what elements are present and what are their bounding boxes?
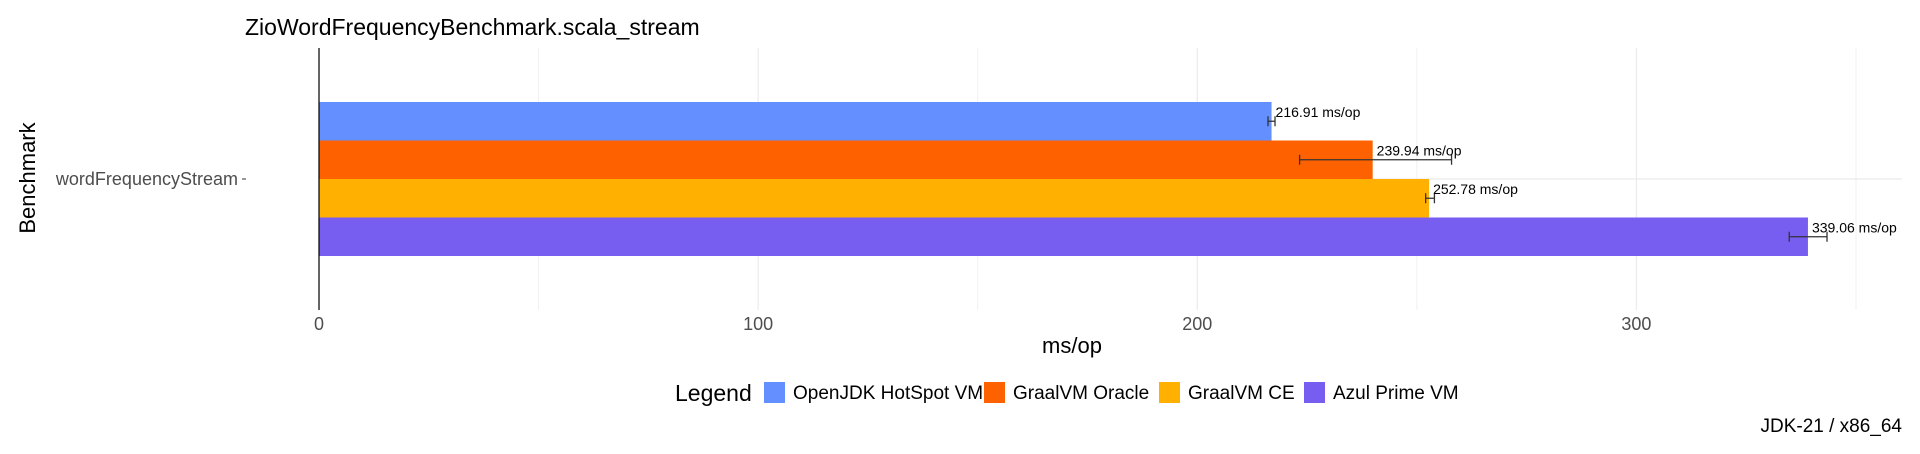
legend-label: OpenJDK HotSpot VM: [793, 383, 983, 404]
x-tick-label: 0: [314, 314, 324, 334]
legend-swatch: [1304, 382, 1325, 403]
y-axis-categories: wordFrequencyStream: [55, 169, 246, 189]
x-tick-label: 100: [743, 314, 773, 334]
chart-title: ZioWordFrequencyBenchmark.scala_stream: [245, 14, 700, 40]
legend-label: GraalVM CE: [1188, 383, 1295, 404]
bar: [319, 102, 1272, 141]
bar: [319, 140, 1373, 179]
x-tick-label: 200: [1182, 314, 1212, 334]
y-category-label: wordFrequencyStream: [55, 169, 238, 189]
legend: Legend OpenJDK HotSpot VM GraalVM Oracle G…: [675, 380, 1459, 406]
legend-label: GraalVM Oracle: [1013, 383, 1149, 404]
bar: [319, 179, 1430, 218]
y-axis-title: Benchmark: [15, 121, 40, 233]
data-label: 216.91 ms/op: [1276, 104, 1361, 120]
data-label: 339.06 ms/op: [1812, 220, 1897, 236]
x-tick-label: 300: [1621, 314, 1651, 334]
legend-swatch: [984, 382, 1005, 403]
legend-label: Azul Prime VM: [1333, 383, 1459, 404]
chart-caption: JDK-21 / x86_64: [1760, 416, 1902, 437]
x-axis-ticks: 0 100 200 300: [314, 314, 1651, 334]
data-label: 252.78 ms/op: [1433, 181, 1518, 197]
data-label: 239.94 ms/op: [1377, 143, 1462, 159]
legend-swatch: [1159, 382, 1180, 403]
bar: [319, 217, 1808, 256]
x-axis-title: ms/op: [1042, 333, 1102, 358]
legend-title: Legend: [675, 380, 752, 406]
legend-swatch: [764, 382, 785, 403]
chart: 216.91 ms/op 239.94 ms/op 252.78 ms/op 339.…: [15, 14, 1902, 437]
